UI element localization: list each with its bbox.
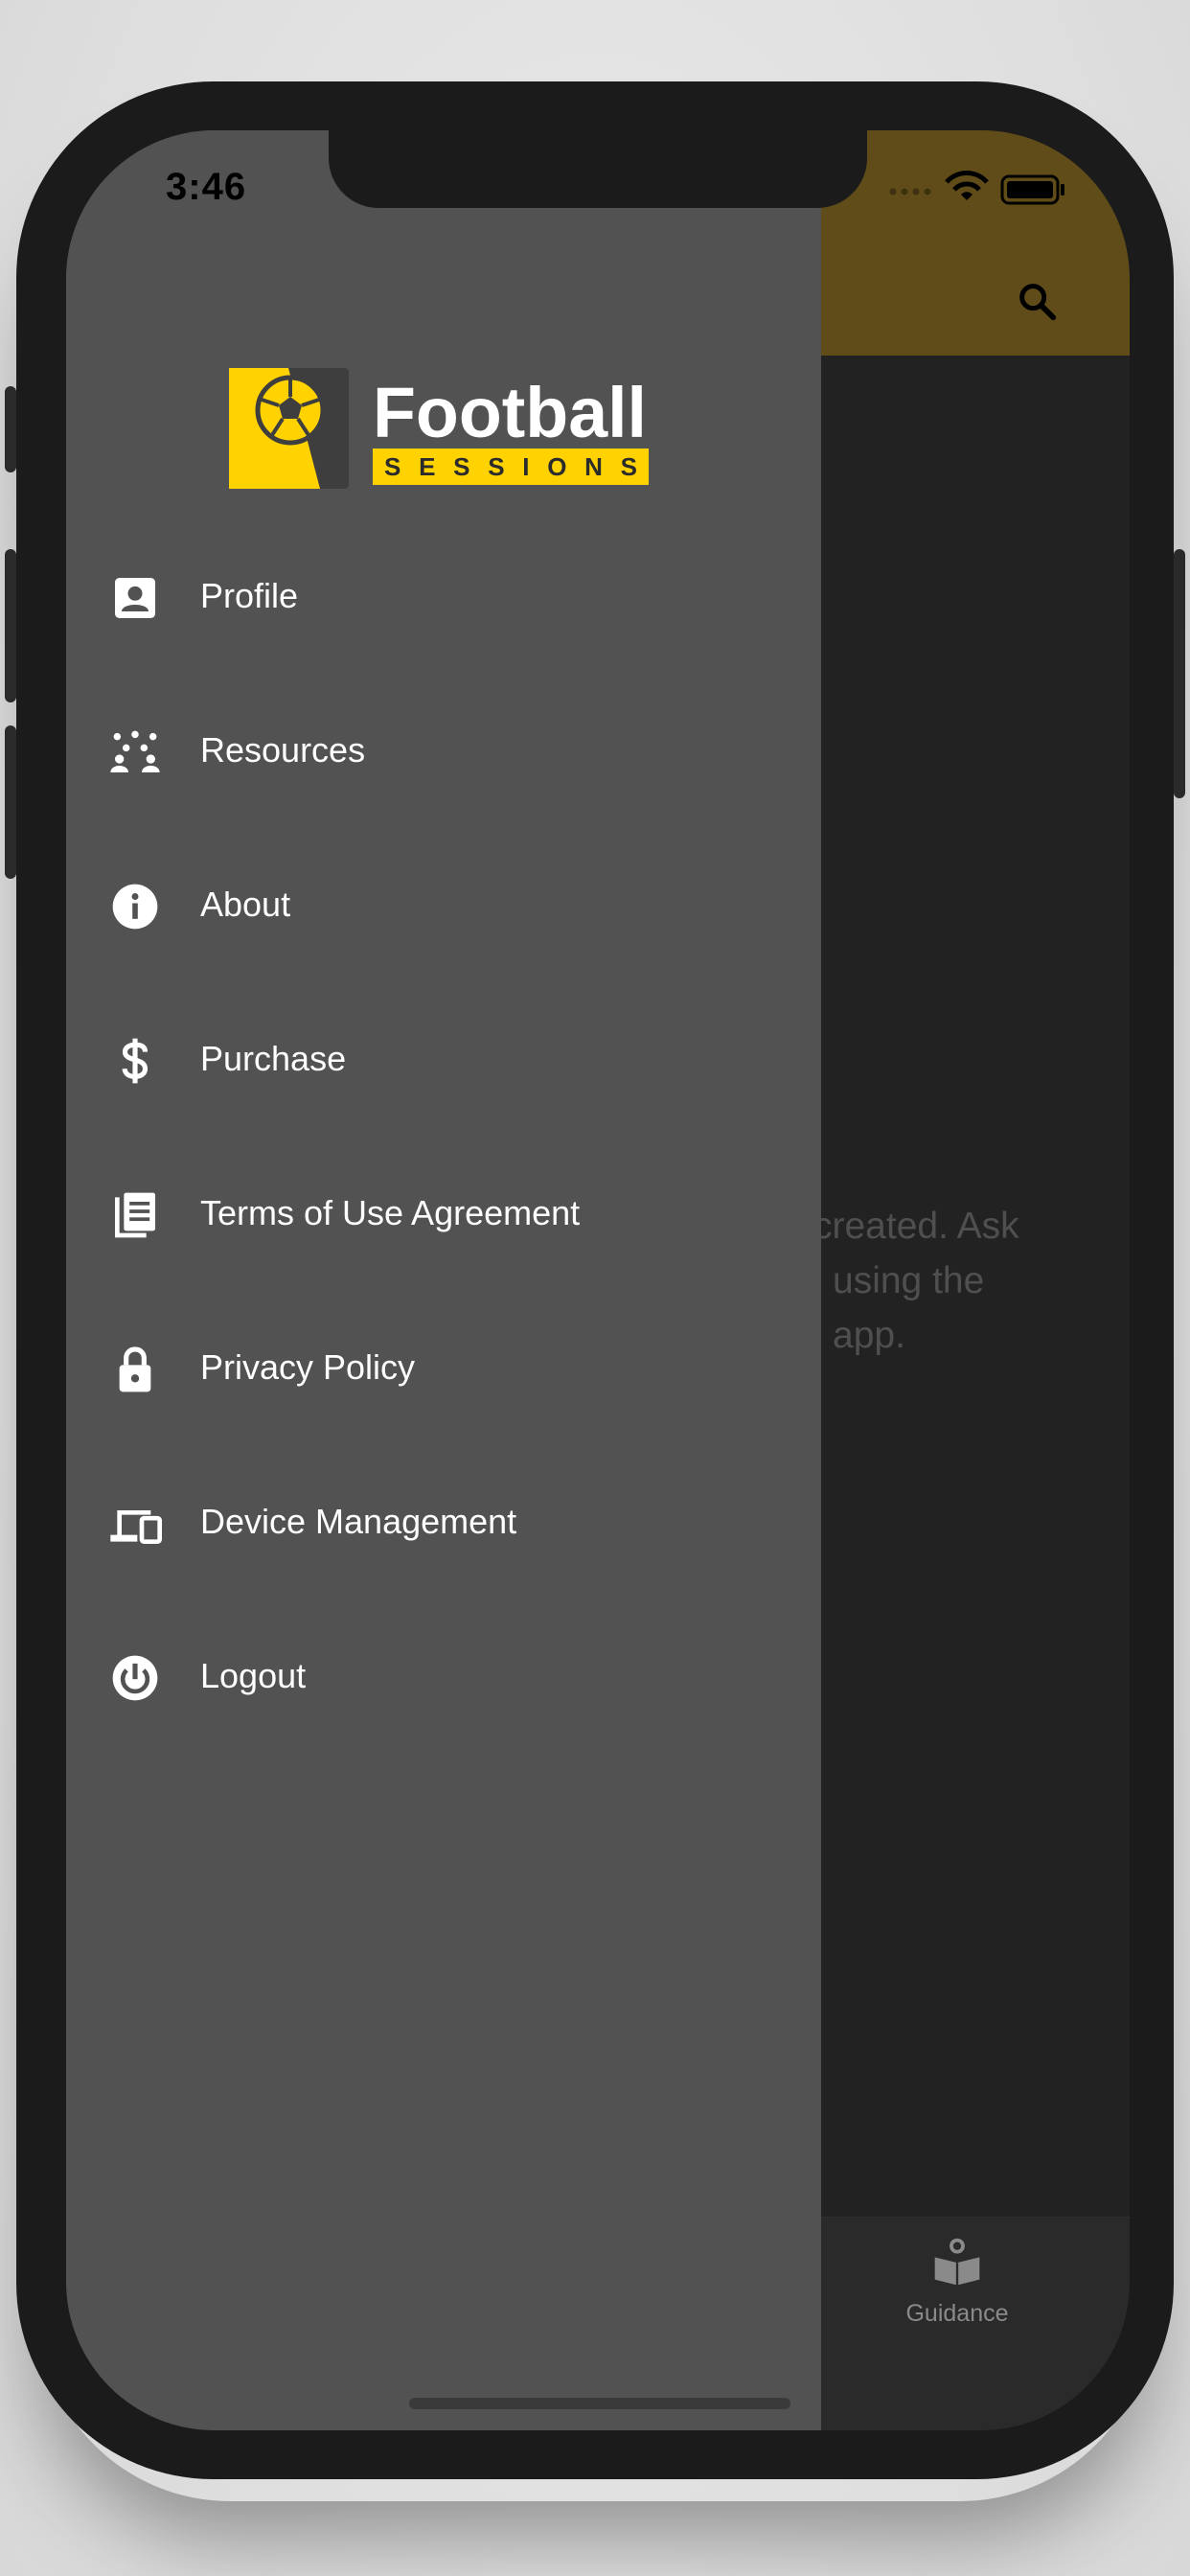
menu-item-about-label: About bbox=[200, 885, 291, 924]
menu-item-purchase-label: Purchase bbox=[200, 1039, 347, 1078]
device-frame-background: created. Ask using the app. Guidance Foo… bbox=[0, 0, 1190, 2576]
search-icon[interactable] bbox=[1015, 279, 1059, 323]
menu-item-purchase[interactable]: Purchase bbox=[66, 983, 821, 1138]
menu-item-terms[interactable]: Terms of Use Agreement bbox=[66, 1138, 821, 1292]
menu-item-device-management-label: Device Management bbox=[200, 1502, 517, 1541]
volume-down-button bbox=[5, 725, 16, 879]
menu-item-device-management[interactable]: Device Management bbox=[66, 1446, 821, 1600]
tab-guidance[interactable]: Guidance bbox=[871, 2235, 1043, 2328]
menu-item-logout[interactable]: Logout bbox=[66, 1600, 821, 1755]
wifi-icon bbox=[945, 171, 989, 200]
tab-guidance-label: Guidance bbox=[905, 2300, 1009, 2327]
cellular-signal-icon bbox=[889, 188, 931, 196]
menu-item-logout-label: Logout bbox=[200, 1656, 307, 1695]
screen: created. Ask using the app. Guidance Foo… bbox=[66, 130, 1130, 2430]
menu-item-resources[interactable]: Resources bbox=[66, 675, 821, 829]
home-indicator[interactable] bbox=[409, 2398, 790, 2409]
menu-item-terms-label: Terms of Use Agreement bbox=[200, 1193, 581, 1232]
notch bbox=[329, 130, 867, 208]
menu-item-resources-label: Resources bbox=[200, 730, 366, 770]
profile-icon bbox=[108, 571, 162, 625]
power-icon bbox=[108, 1651, 162, 1705]
navigation-drawer: Football SESSIONS Profile Resources Abou… bbox=[66, 130, 821, 2430]
status-bar-time: 3:46 bbox=[166, 166, 247, 208]
menu-item-privacy-policy[interactable]: Privacy Policy bbox=[66, 1292, 821, 1446]
lock-icon bbox=[108, 1343, 162, 1396]
drawer-menu: Profile Resources About Purchase Terms o… bbox=[66, 520, 821, 1755]
volume-up-button bbox=[5, 549, 16, 702]
empty-state-line-1: created. Ask bbox=[813, 1206, 1019, 1247]
info-icon bbox=[108, 880, 162, 933]
power-button bbox=[1174, 549, 1185, 798]
football-sessions-logo: Football SESSIONS bbox=[229, 368, 649, 489]
menu-item-privacy-policy-label: Privacy Policy bbox=[200, 1347, 416, 1387]
logo-wordmark-football: Football bbox=[373, 373, 647, 452]
menu-item-about[interactable]: About bbox=[66, 829, 821, 983]
status-bar-indicators bbox=[889, 171, 1064, 205]
resources-icon bbox=[108, 725, 162, 779]
empty-state-message: created. Ask using the app. bbox=[813, 1199, 1130, 1363]
menu-item-profile-label: Profile bbox=[200, 576, 299, 615]
book-icon bbox=[934, 2238, 980, 2286]
document-icon bbox=[108, 1188, 162, 1242]
empty-state-line-3: app. bbox=[833, 1315, 905, 1356]
mute-switch bbox=[5, 386, 16, 472]
empty-state-line-2: using the bbox=[833, 1260, 985, 1301]
menu-item-profile[interactable]: Profile bbox=[66, 520, 821, 675]
battery-icon bbox=[1000, 174, 1064, 205]
devices-icon bbox=[108, 1497, 162, 1551]
dollar-icon bbox=[108, 1034, 162, 1088]
